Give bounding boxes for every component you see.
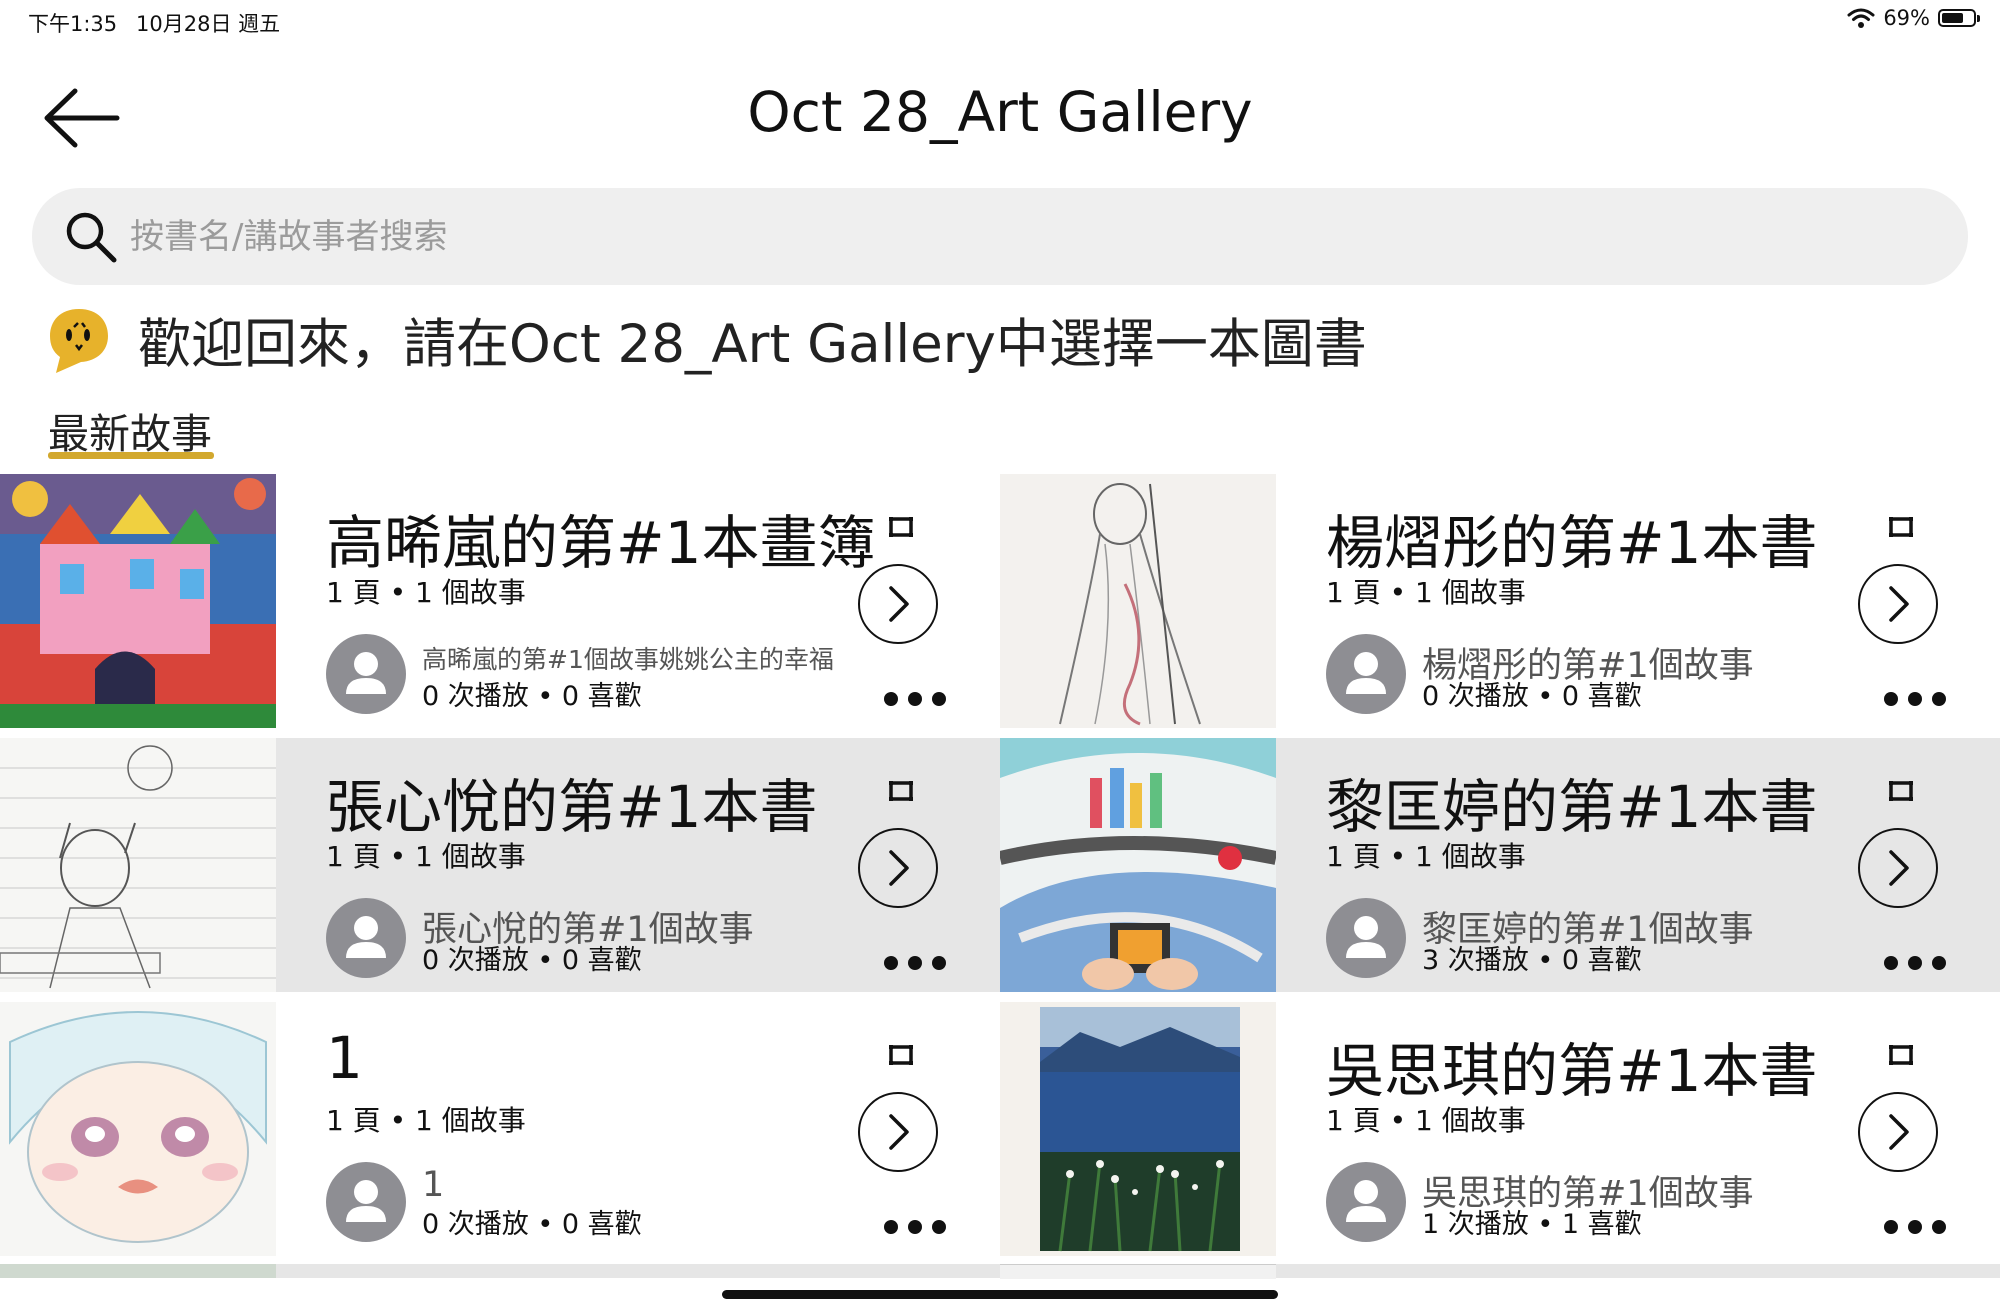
wifi-icon [1847,8,1875,28]
search-bar[interactable] [32,188,1968,285]
storyteller-avatar[interactable] [1326,898,1406,978]
book-title: 楊熠彤的第#1本書 [1326,509,1818,577]
open-book-button[interactable] [1858,1092,1938,1172]
battery-percent: 69% [1883,6,1930,30]
book-thumbnail-anime-face-drawing[interactable] [0,1002,276,1256]
bookmark-icon[interactable] [888,514,914,540]
chevron-right-icon [1889,850,1909,886]
next-row-peek [0,1264,276,1278]
search-input[interactable] [128,206,1912,268]
story-title: 1 [422,1165,445,1205]
bookmark-icon[interactable] [888,778,914,804]
book-meta: 1 頁 • 1 個故事 [326,1104,526,1137]
book-card[interactable]: 高晞嵐的第#1本畫簿 1 頁 • 1 個故事 高晞嵐的第#1個故事姚姚公主的幸福… [0,474,1000,728]
story-title: 高晞嵐的第#1個故事姚姚公主的幸福 [422,645,834,674]
book-meta: 1 頁 • 1 個故事 [1326,1104,1526,1137]
person-icon [346,916,386,958]
book-thumbnail-lake-landscape-painting[interactable] [1000,1002,1276,1256]
open-book-button[interactable] [858,828,938,908]
book-meta: 1 頁 • 1 個故事 [1326,840,1526,873]
book-thumbnail-castle-drawing[interactable] [0,474,276,728]
more-options-button[interactable] [1884,956,1946,970]
book-meta: 1 頁 • 1 個故事 [326,840,526,873]
status-right: 69% [1847,6,1980,30]
chevron-right-icon [889,586,909,622]
story-stats: 0 次播放 • 0 喜歡 [422,1209,642,1240]
mascot-icon [50,309,108,373]
status-bar: 下午1:35 10月28日 週五 69% [0,0,2000,40]
tab-latest-stories[interactable]: 最新故事 [48,400,212,460]
book-title: 高晞嵐的第#1本畫簿 [326,509,876,577]
more-options-button[interactable] [884,692,946,706]
more-options-button[interactable] [1884,1220,1946,1234]
open-book-button[interactable] [1858,564,1938,644]
book-thumbnail-lined-paper-sketch[interactable] [0,738,276,992]
story-stats: 1 次播放 • 1 喜歡 [1422,1209,1642,1240]
storyteller-avatar[interactable] [326,1162,406,1242]
person-icon [1346,1180,1386,1222]
person-icon [1346,916,1386,958]
chevron-right-icon [1889,1114,1909,1150]
tab-active-indicator [48,452,214,459]
page-title: Oct 28_Art Gallery [747,80,1253,144]
status-time: 下午1:35 [28,12,118,36]
storyteller-avatar[interactable] [326,634,406,714]
home-indicator[interactable] [722,1290,1278,1299]
open-book-button[interactable] [1858,828,1938,908]
story-stats: 3 次播放 • 0 喜歡 [1422,945,1642,976]
storyteller-avatar[interactable] [326,898,406,978]
chevron-right-icon [1889,586,1909,622]
search-icon [66,212,117,263]
story-stats: 0 次播放 • 0 喜歡 [422,681,642,712]
bookmark-icon[interactable] [1888,1042,1914,1068]
book-title: 黎匡婷的第#1本書 [1326,773,1818,841]
bookmark-icon[interactable] [1888,514,1914,540]
bookmark-icon[interactable] [1888,778,1914,804]
person-icon [346,652,386,694]
welcome-banner: 歡迎回來，請在Oct 28_Art Gallery中選擇一本圖書 [48,300,1367,380]
book-title: 吳思琪的第#1本書 [1326,1037,1818,1105]
book-meta: 1 頁 • 1 個故事 [326,576,526,609]
storyteller-avatar[interactable] [1326,634,1406,714]
book-card[interactable]: 1 1 頁 • 1 個故事 1 0 次播放 • 0 喜歡 [0,1002,1000,1256]
story-stats: 0 次播放 • 0 喜歡 [422,945,642,976]
book-title: 張心悅的第#1本書 [326,773,818,841]
open-book-button[interactable] [858,1092,938,1172]
book-title: 1 [326,1024,363,1092]
bookmark-icon[interactable] [888,1042,914,1068]
chevron-right-icon [889,850,909,886]
book-card[interactable]: 黎匡婷的第#1本書 1 頁 • 1 個故事 黎匡婷的第#1個故事 3 次播放 •… [1000,738,2000,992]
more-options-button[interactable] [884,956,946,970]
more-options-button[interactable] [884,1220,946,1234]
open-book-button[interactable] [858,564,938,644]
more-options-button[interactable] [1884,692,1946,706]
welcome-text: 歡迎回來，請在Oct 28_Art Gallery中選擇一本圖書 [138,314,1367,375]
battery-icon [1938,9,1980,27]
book-card[interactable]: 吳思琪的第#1本書 1 頁 • 1 個故事 吳思琪的第#1個故事 1 次播放 •… [1000,1002,2000,1256]
person-icon [1346,652,1386,694]
book-card[interactable]: 張心悅的第#1本書 1 頁 • 1 個故事 張心悅的第#1個故事 0 次播放 •… [0,738,1000,992]
story-stats: 0 次播放 • 0 喜歡 [1422,681,1642,712]
storyteller-avatar[interactable] [1326,1162,1406,1242]
person-icon [346,1180,386,1222]
chevron-right-icon [889,1114,909,1150]
book-meta: 1 頁 • 1 個故事 [1326,576,1526,609]
book-thumbnail-pencil-figure-sketch[interactable] [1000,474,1276,728]
book-card[interactable]: 楊熠彤的第#1本書 1 頁 • 1 個故事 楊熠彤的第#1個故事 0 次播放 •… [1000,474,2000,728]
book-thumbnail-city-map-drawing[interactable] [1000,738,1276,992]
status-date: 10月28日 週五 [136,12,281,36]
battery-fill [1942,13,1963,23]
